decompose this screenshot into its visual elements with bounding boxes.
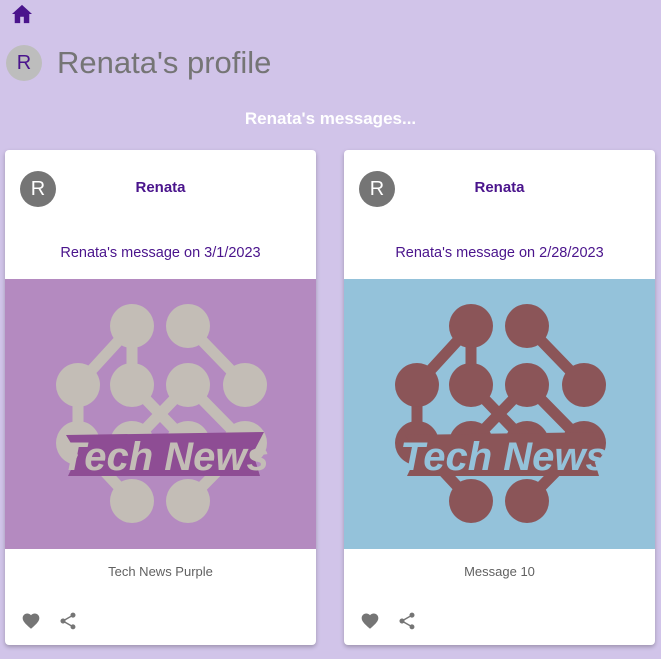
card-subtitle: Renata's message on 2/28/2023 (395, 245, 604, 261)
favorite-icon[interactable] (21, 611, 41, 631)
avatar: R (6, 45, 42, 81)
profile-header: R Renata's profile (6, 45, 271, 81)
card-caption: Message 10 (464, 564, 535, 579)
avatar: R (20, 171, 56, 207)
card-header: R (20, 171, 316, 207)
messages-heading: Renata's messages... (244, 109, 417, 128)
card-actions (360, 611, 434, 631)
share-icon[interactable] (397, 611, 417, 631)
card-subtitle: Renata's message on 3/1/2023 (60, 245, 261, 261)
card-caption: Tech News Purple (108, 564, 213, 579)
tech-news-logo-text: Tech News (400, 435, 607, 479)
avatar: R (359, 171, 395, 207)
card-header: R (359, 171, 655, 207)
home-icon[interactable] (11, 4, 33, 24)
share-icon[interactable] (58, 611, 78, 631)
tech-news-logo-text: Tech News (61, 435, 268, 479)
card-actions (21, 611, 95, 631)
favorite-icon[interactable] (360, 611, 380, 631)
card-image: Tech News (344, 279, 655, 549)
card-image: Tech News (5, 279, 316, 549)
message-card: R Renata Renata's message on 2/28/2023 T… (344, 150, 655, 645)
message-card: R Renata Renata's message on 3/1/2023 Te… (5, 150, 316, 645)
page-title: Renata's profile (57, 45, 272, 80)
